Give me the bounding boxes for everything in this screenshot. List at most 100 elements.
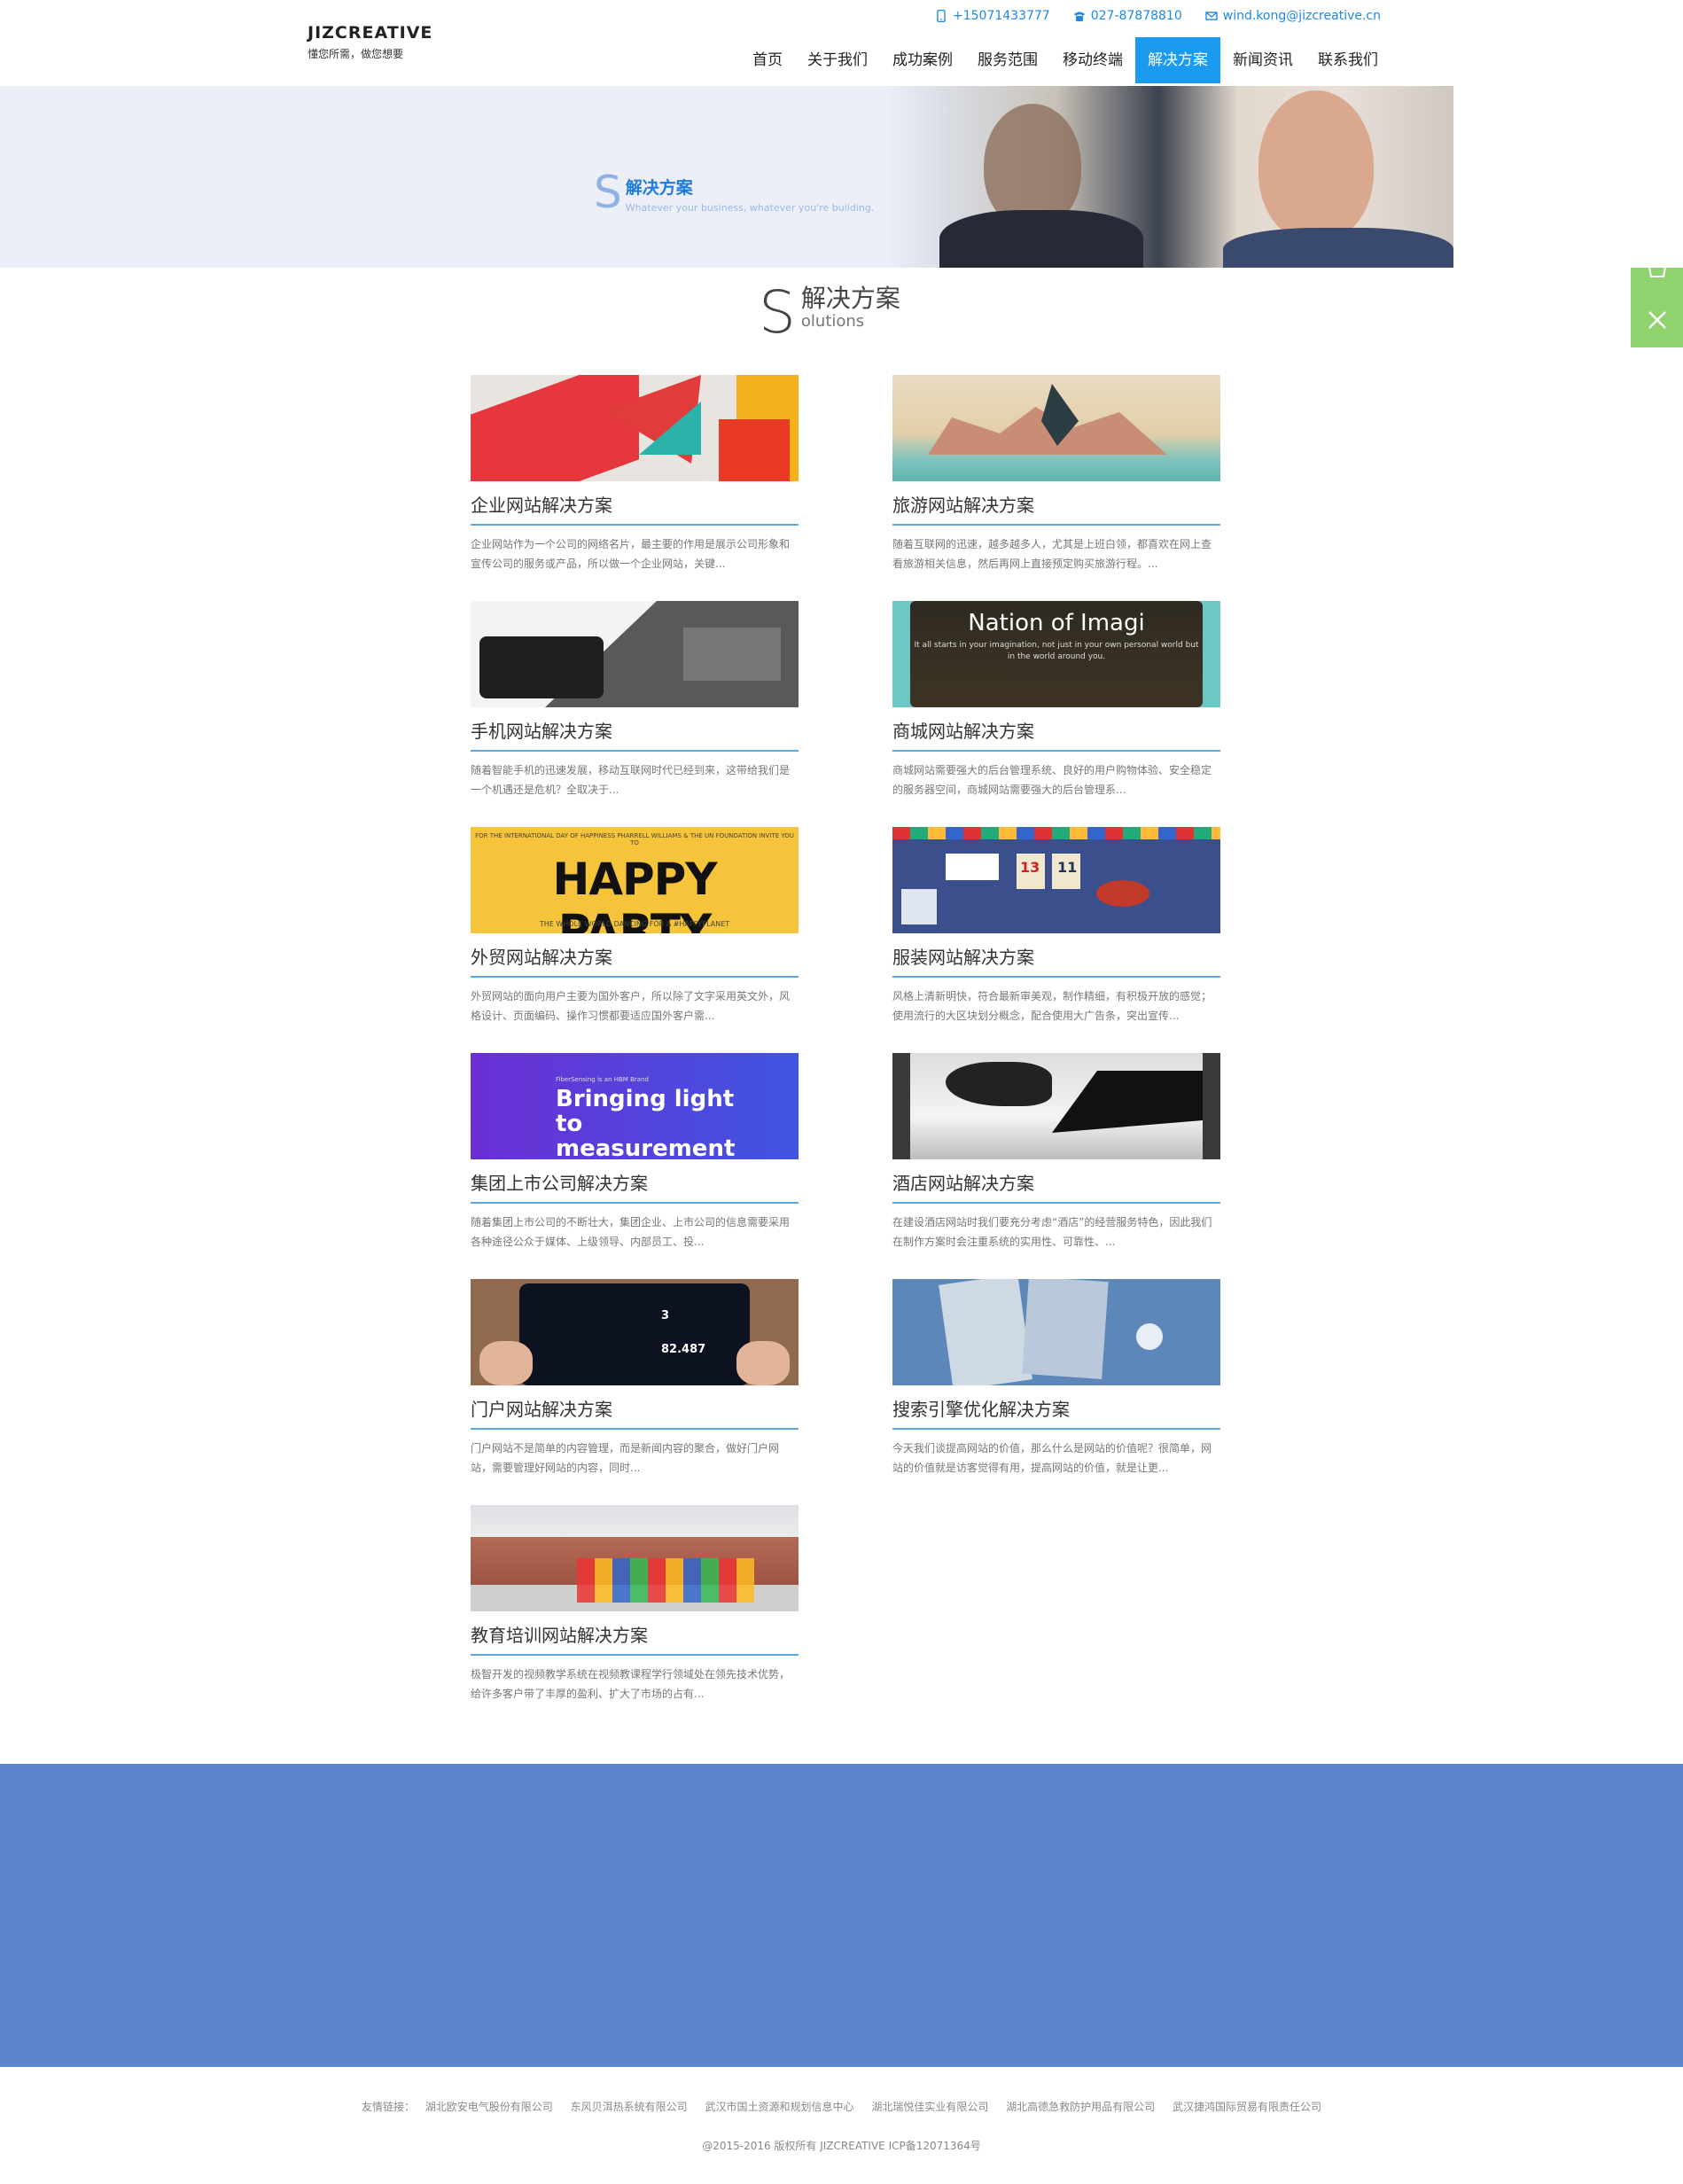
banner-heading: S 解决方案 Whatever your business, whatever …: [594, 167, 875, 218]
contact-telephone-text: 027-87878810: [1090, 9, 1182, 23]
solution-card-hotel[interactable]: 酒店网站解决方案 在建设酒店网站时我们要充分考虑“酒店”的经营服务特色，因此我们…: [892, 1053, 1220, 1252]
nav-item-services[interactable]: 服务范围: [965, 37, 1050, 83]
card-desc: 企业网站作为一个公司的网络名片，最主要的作用是展示公司形象和宣传公司的服务或产品…: [471, 538, 791, 570]
card-desc: 随着集团上市公司的不断壮大，集团企业、上市公司的信息需要采用各种途径公众于媒体、…: [471, 1216, 791, 1248]
logo[interactable]: JIZCREATIVE 懂您所需，做您想要: [308, 23, 432, 61]
card-desc: 极智开发的视频教学系统在视频教课程学行领域处在领先技术优势，给许多客户带了丰厚的…: [471, 1668, 791, 1700]
nav-item-cases[interactable]: 成功案例: [880, 37, 965, 83]
solution-card-apparel[interactable]: 13 11 服装网站解决方案 风格上清新明快，符合最新审美观，制作精细，有积极开…: [892, 827, 1220, 1026]
solution-card-group[interactable]: FiberSensing is an HBM Brand Bringing li…: [471, 1053, 799, 1252]
card-title[interactable]: 教育培训网站解决方案: [471, 1624, 799, 1656]
section-title-cn: 解决方案: [800, 284, 900, 313]
thumb-caption-top: FOR THE INTERNATIONAL DAY OF HAPPINESS P…: [475, 832, 794, 846]
card-thumbnail[interactable]: FOR THE INTERNATIONAL DAY OF HAPPINESS P…: [471, 827, 799, 933]
friend-link[interactable]: 湖北瑞悦佳实业有限公司: [871, 2101, 988, 2113]
contact-bar: +15071433777 027-87878810 wind.kong@jizc…: [935, 9, 1381, 23]
nav-item-home[interactable]: 首页: [740, 37, 795, 83]
copyright: @2015-2016 版权所有 JIZCREATIVE ICP备12071364…: [702, 2140, 981, 2152]
thumb-number: 82.487: [661, 1343, 706, 1356]
side-close-button[interactable]: [1631, 292, 1683, 347]
friend-link[interactable]: 湖北高德急救防护用品有限公司: [1006, 2101, 1155, 2113]
thumb-caption: It all starts in your imagination, not j…: [914, 641, 1199, 661]
solution-card-mobile[interactable]: 手机网站解决方案 随着智能手机的迅速发展，移动互联网时代已经到来，这带给我们是一…: [471, 601, 799, 800]
section-title: S 解决方案 olutions: [759, 284, 900, 342]
card-title[interactable]: 外贸网站解决方案: [471, 946, 799, 978]
card-thumbnail[interactable]: [471, 375, 799, 481]
card-thumbnail[interactable]: [471, 601, 799, 707]
side-widget: [1631, 268, 1683, 347]
banner-subtitle: Whatever your business, whatever you're …: [625, 202, 875, 214]
site-footer: 友情链接： 湖北欧安电气股份有限公司 东风贝洱热系统有限公司 武汉市国土资源和规…: [0, 2067, 1683, 2184]
friend-links: 友情链接： 湖北欧安电气股份有限公司 东风贝洱热系统有限公司 武汉市国土资源和规…: [0, 2099, 1683, 2114]
card-title[interactable]: 集团上市公司解决方案: [471, 1172, 799, 1204]
solution-card-seo[interactable]: 搜索引擎优化解决方案 今天我们谈提高网站的价值，那么什么是网站的价值呢？很简单，…: [892, 1279, 1220, 1478]
footer-band: [0, 1764, 1683, 2067]
card-desc: 风格上清新明快，符合最新审美观，制作精细，有积极开放的感觉；使用流行的大区块划分…: [892, 990, 1212, 1022]
logo-title: JIZCREATIVE: [308, 23, 433, 43]
banner-letter: S: [594, 167, 622, 218]
banner-person-right: [1258, 90, 1374, 241]
solution-card-travel[interactable]: 旅游网站解决方案 随着互联网的迅速，越多越多人，尤其是上班白领，都喜欢在网上查看…: [892, 375, 1220, 573]
card-thumbnail[interactable]: FiberSensing is an HBM Brand Bringing li…: [471, 1053, 799, 1159]
card-thumbnail[interactable]: [471, 1505, 799, 1611]
card-desc: 今天我们谈提高网站的价值，那么什么是网站的价值呢？很简单，网站的价值就是访客觉得…: [892, 1442, 1212, 1474]
section-title-en: olutions: [800, 312, 865, 331]
card-desc: 随着互联网的迅速，越多越多人，尤其是上班白领，都喜欢在网上查看旅游相关信息，然后…: [892, 538, 1212, 570]
card-thumbnail[interactable]: [892, 1053, 1220, 1159]
friend-link[interactable]: 湖北欧安电气股份有限公司: [425, 2101, 553, 2113]
card-thumbnail[interactable]: [892, 375, 1220, 481]
contact-telephone[interactable]: 027-87878810: [1073, 9, 1182, 23]
card-thumbnail[interactable]: 3 82.487: [471, 1279, 799, 1385]
nav-item-solutions[interactable]: 解决方案: [1135, 37, 1220, 83]
friend-link[interactable]: 东风贝洱热系统有限公司: [571, 2101, 688, 2113]
card-thumbnail[interactable]: 13 11: [892, 827, 1220, 933]
friend-link[interactable]: 武汉捷鸿国际贸易有限责任公司: [1173, 2101, 1321, 2113]
thumb-number: 11: [1057, 859, 1078, 876]
card-title[interactable]: 酒店网站解决方案: [892, 1172, 1220, 1204]
side-cart[interactable]: [1631, 268, 1683, 292]
card-desc: 门户网站不是简单的内容管理，而是新闻内容的聚合，做好门户网站，需要管理好网站的内…: [471, 1442, 780, 1474]
thumb-heading: Bringing light to measurement: [556, 1086, 736, 1159]
nav-item-about[interactable]: 关于我们: [795, 37, 880, 83]
thumb-number: 13: [1020, 859, 1040, 876]
contact-phone[interactable]: +15071433777: [935, 9, 1050, 23]
card-title[interactable]: 企业网站解决方案: [471, 494, 799, 526]
friend-link[interactable]: 武汉市国土资源和规划信息中心: [705, 2101, 853, 2113]
nav-item-mobile[interactable]: 移动终端: [1050, 37, 1135, 83]
nav-item-news[interactable]: 新闻资讯: [1220, 37, 1305, 83]
site-header: JIZCREATIVE 懂您所需，做您想要 +15071433777 027-8…: [0, 0, 1683, 86]
card-title[interactable]: 手机网站解决方案: [471, 720, 799, 752]
thumb-caption-bottom: THE WHOLE WORLD DANCING FOR A #HAPPYPLAN…: [539, 920, 730, 928]
thumb-caption: FiberSensing is an HBM Brand: [556, 1076, 649, 1083]
solution-card-foreign-trade[interactable]: FOR THE INTERNATIONAL DAY OF HAPPINESS P…: [471, 827, 799, 1026]
solution-card-enterprise[interactable]: 企业网站解决方案 企业网站作为一个公司的网络名片，最主要的作用是展示公司形象和宣…: [471, 375, 799, 573]
contact-mail[interactable]: wind.kong@jizcreative.cn: [1205, 9, 1381, 23]
card-desc: 外贸网站的面向用户主要为国外客户，所以除了文字采用英文外，风格设计、页面编码、操…: [471, 990, 791, 1022]
contact-phone-text: +15071433777: [953, 9, 1050, 23]
thumb-heading: Nation of Imagi: [968, 610, 1145, 636]
solution-card-education[interactable]: 教育培训网站解决方案 极智开发的视频教学系统在视频教课程学行领域处在领先技术优势…: [471, 1505, 799, 1704]
card-thumbnail[interactable]: Nation of Imagi It all starts in your im…: [892, 601, 1220, 707]
banner-person-left-body: [939, 210, 1143, 268]
card-title[interactable]: 服装网站解决方案: [892, 946, 1220, 978]
section-text: 解决方案 olutions: [801, 284, 900, 330]
phone-icon: [937, 10, 946, 22]
section-letter: S: [759, 278, 796, 347]
card-title[interactable]: 旅游网站解决方案: [892, 494, 1220, 526]
friend-links-label: 友情链接：: [361, 2101, 415, 2113]
banner-person-right-body: [1223, 228, 1453, 268]
solution-card-portal[interactable]: 3 82.487 门户网站解决方案 门户网站不是简单的内容管理，而是新闻内容的聚…: [471, 1279, 799, 1478]
solution-card-mall[interactable]: Nation of Imagi It all starts in your im…: [892, 601, 1220, 800]
nav-item-contact[interactable]: 联系我们: [1305, 37, 1391, 83]
card-desc: 商城网站需要强大的后台管理系统、良好的用户购物体验、安全稳定的服务器空间，商城网…: [892, 764, 1212, 796]
close-icon: [1648, 311, 1666, 329]
main-nav: 首页 关于我们 成功案例 服务范围 移动终端 解决方案 新闻资讯 联系我们: [740, 37, 1391, 83]
card-thumbnail[interactable]: [892, 1279, 1220, 1385]
mail-icon: [1205, 12, 1218, 20]
page-banner: S 解决方案 Whatever your business, whatever …: [0, 86, 1683, 268]
card-title[interactable]: 商城网站解决方案: [892, 720, 1220, 752]
card-title[interactable]: 门户网站解决方案: [471, 1398, 799, 1430]
banner-title: 解决方案: [625, 178, 693, 198]
card-title[interactable]: 搜索引擎优化解决方案: [892, 1398, 1220, 1430]
card-desc: 随着智能手机的迅速发展，移动互联网时代已经到来，这带给我们是一个机遇还是危机？全…: [471, 764, 791, 796]
